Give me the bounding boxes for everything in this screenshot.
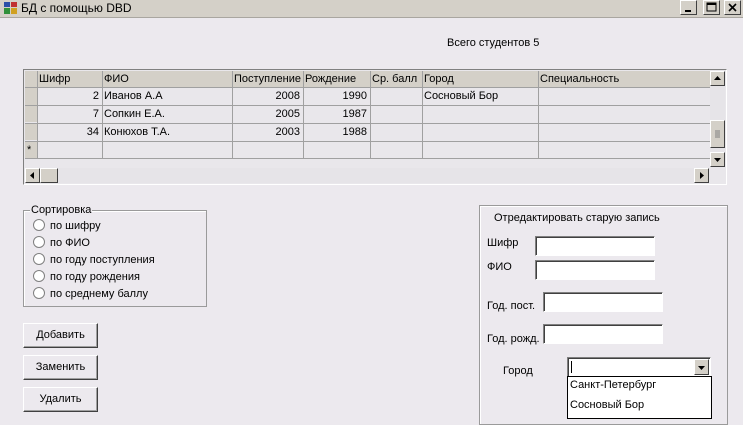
arrow-up-icon [714,76,721,80]
cell-admission[interactable]: 2003 [234,124,300,140]
city-dropdown-button[interactable] [694,359,709,375]
radio-icon[interactable] [33,270,45,282]
admission-year-input[interactable] [543,292,663,312]
cell-city[interactable]: Сосновый Бор [424,88,536,104]
column-header-average[interactable]: Ср. балл [372,71,421,87]
horizontal-scrollbar[interactable] [25,168,709,183]
sort-option-name[interactable]: по ФИО [33,236,90,250]
cell-birth[interactable]: 1990 [305,88,367,104]
city-select[interactable] [567,357,711,377]
chevron-down-icon [698,366,705,370]
arrow-down-icon [714,158,721,162]
city-option[interactable]: Сосновый Бор [570,398,644,412]
replace-button[interactable]: Заменить [23,355,98,380]
city-label: Город [503,365,533,377]
city-option[interactable]: Санкт-Петербург [570,378,656,392]
title-bar[interactable]: БД с помощью DBD [0,0,743,18]
total-students-label: Всего студентов 5 [447,37,540,49]
cell-name[interactable]: Иванов А.А [104,88,229,104]
sort-option-birth[interactable]: по году рождения [33,270,140,284]
radio-icon[interactable] [33,253,45,265]
cell-code[interactable]: 7 [39,106,99,122]
column-header-code[interactable]: Шифр [39,71,99,87]
cell-name[interactable]: Сопкин Е.А. [104,106,229,122]
minimize-icon [685,10,691,12]
sort-group-title: Сортировка [30,204,93,217]
window-title: БД с помощью DBD [21,1,132,15]
column-header-city[interactable]: Город [424,71,536,87]
row-indicator[interactable] [25,123,37,140]
code-input[interactable] [535,236,655,256]
scroll-up-button[interactable] [710,71,725,86]
column-header-specialty[interactable]: Специальность [540,71,710,87]
cell-birth[interactable]: 1987 [305,106,367,122]
text-caret [571,361,572,373]
horizontal-scroll-thumb[interactable] [40,168,58,183]
city-dropdown-list[interactable]: Санкт-Петербург Сосновый Бор [567,376,712,419]
edit-group-title: Отредактировать старую запись [494,212,660,224]
radio-icon[interactable] [33,287,45,299]
birth-year-input[interactable] [543,324,663,344]
cell-code[interactable]: 34 [39,124,99,140]
cell-admission[interactable]: 2008 [234,88,300,104]
cell-birth[interactable]: 1988 [305,124,367,140]
vertical-scroll-thumb[interactable] [710,120,725,148]
close-icon [728,3,737,12]
sort-option-admission[interactable]: по году поступления [33,253,155,267]
maximize-button[interactable] [703,0,720,15]
admission-year-label: Год. пост. [487,300,536,312]
radio-icon[interactable] [33,219,45,231]
arrow-right-icon [700,172,704,179]
delete-button[interactable]: Удалить [23,387,98,412]
cell-admission[interactable]: 2005 [234,106,300,122]
sort-option-average[interactable]: по среднему баллу [33,287,148,301]
birth-year-label: Год. рожд. [487,333,540,345]
scroll-down-button[interactable] [710,152,725,167]
scroll-left-button[interactable] [25,168,40,183]
add-button[interactable]: Добавить [23,323,98,348]
code-label: Шифр [487,237,519,249]
cell-name[interactable]: Конюхов Т.А. [104,124,229,140]
column-header-name[interactable]: ФИО [104,71,229,87]
grid-header-corner [25,71,37,88]
minimize-button[interactable] [680,0,697,15]
maximize-icon [706,2,717,12]
name-label: ФИО [487,261,512,273]
row-indicator[interactable] [25,88,37,105]
database-app-icon [4,2,17,14]
name-input[interactable] [535,260,655,280]
scroll-right-button[interactable] [694,168,709,183]
new-row-marker: * [27,144,32,156]
radio-icon[interactable] [33,236,45,248]
sort-option-code[interactable]: по шифру [33,219,101,233]
arrow-left-icon [30,172,34,179]
cell-code[interactable]: 2 [39,88,99,104]
close-button[interactable] [724,0,741,15]
row-indicator[interactable] [25,105,37,122]
column-header-birth[interactable]: Рождение [305,71,369,87]
students-grid[interactable]: * Шифр ФИО Поступление Рождение Ср. балл… [23,69,727,185]
grip-icon [715,130,720,138]
column-header-admission[interactable]: Поступление [234,71,302,87]
